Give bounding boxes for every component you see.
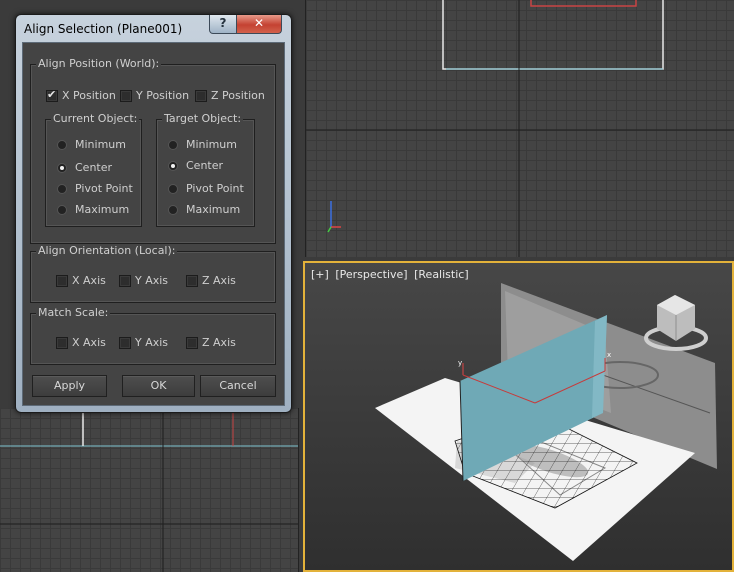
y-position-label: Y Position bbox=[136, 89, 190, 102]
apply-button[interactable]: Apply bbox=[32, 375, 107, 397]
match-scale-group: Match Scale: X Axis Y Axis Z Axis bbox=[30, 306, 276, 365]
target-pivot-label: Pivot Point bbox=[186, 182, 244, 195]
x-position-label: X Position bbox=[62, 89, 116, 102]
close-button[interactable]: ✕ bbox=[236, 15, 282, 34]
align-position-label: Align Position (World): bbox=[36, 57, 162, 70]
current-pivot-label: Pivot Point bbox=[75, 182, 133, 195]
current-pivot-dot[interactable] bbox=[57, 184, 67, 194]
z-position-checkbox[interactable]: Z Position bbox=[195, 89, 265, 104]
scale-z-checkbox[interactable]: Z Axis bbox=[186, 336, 246, 351]
current-maximum-dot[interactable] bbox=[57, 205, 67, 215]
target-object-group: Target Object: Minimum Center Pivot Poin… bbox=[156, 112, 255, 227]
orient-z-box[interactable] bbox=[186, 275, 198, 287]
z-position-label: Z Position bbox=[211, 89, 265, 102]
y-position-box[interactable] bbox=[120, 90, 132, 102]
scale-y-label: Y Axis bbox=[135, 336, 169, 349]
orient-y-label: Y Axis bbox=[135, 274, 169, 287]
gizmo-y-label: y bbox=[458, 359, 462, 367]
current-maximum-label: Maximum bbox=[75, 203, 130, 216]
current-pivot-radio[interactable]: Pivot Point bbox=[57, 182, 137, 197]
current-minimum-label: Minimum bbox=[75, 138, 126, 151]
target-minimum-radio[interactable]: Minimum bbox=[168, 138, 248, 153]
top-viewport-scene bbox=[306, 0, 734, 257]
orient-x-box[interactable] bbox=[56, 275, 68, 287]
orient-z-checkbox[interactable]: Z Axis bbox=[186, 274, 246, 289]
match-scale-label: Match Scale: bbox=[36, 306, 111, 319]
orient-y-checkbox[interactable]: Y Axis bbox=[119, 274, 179, 289]
gizmo-x-label: x bbox=[607, 351, 611, 359]
left-viewport[interactable] bbox=[0, 408, 299, 572]
scale-z-box[interactable] bbox=[186, 337, 198, 349]
scale-z-label: Z Axis bbox=[202, 336, 236, 349]
ok-button[interactable]: OK bbox=[122, 375, 195, 397]
scale-x-label: X Axis bbox=[72, 336, 106, 349]
target-minimum-label: Minimum bbox=[186, 138, 237, 151]
current-center-radio[interactable]: Center bbox=[57, 161, 137, 176]
current-object-label: Current Object: bbox=[51, 112, 140, 125]
current-maximum-radio[interactable]: Maximum bbox=[57, 203, 137, 218]
scale-y-box[interactable] bbox=[119, 337, 131, 349]
dialog-titlebar[interactable]: Align Selection (Plane001) ? ✕ bbox=[16, 15, 291, 43]
target-center-radio[interactable]: Center bbox=[168, 159, 248, 174]
align-selection-dialog: Align Selection (Plane001) ? ✕ Align Pos… bbox=[15, 14, 292, 413]
align-position-group: Align Position (World): X Position Y Pos… bbox=[30, 57, 276, 244]
orient-y-box[interactable] bbox=[119, 275, 131, 287]
current-minimum-dot[interactable] bbox=[57, 140, 67, 150]
target-maximum-label: Maximum bbox=[186, 203, 241, 216]
x-position-checkbox[interactable]: X Position bbox=[46, 88, 116, 104]
top-viewport[interactable] bbox=[305, 0, 734, 257]
align-orientation-group: Align Orientation (Local): X Axis Y Axis… bbox=[30, 244, 276, 303]
target-pivot-dot[interactable] bbox=[168, 184, 178, 194]
current-center-dot[interactable] bbox=[57, 163, 67, 173]
target-pivot-radio[interactable]: Pivot Point bbox=[168, 182, 248, 197]
axis-gizmo-top bbox=[327, 201, 341, 233]
scale-x-box[interactable] bbox=[56, 337, 68, 349]
perspective-scene: y x bbox=[375, 283, 717, 561]
target-maximum-radio[interactable]: Maximum bbox=[168, 203, 248, 218]
dialog-title: Align Selection (Plane001) bbox=[24, 22, 183, 36]
target-center-dot[interactable] bbox=[168, 161, 178, 171]
target-object-label: Target Object: bbox=[162, 112, 244, 125]
orient-x-label: X Axis bbox=[72, 274, 106, 287]
z-position-box[interactable] bbox=[195, 90, 207, 102]
scale-x-checkbox[interactable]: X Axis bbox=[56, 336, 116, 351]
left-viewport-scene bbox=[0, 408, 298, 572]
cancel-button[interactable]: Cancel bbox=[200, 375, 276, 397]
orient-z-label: Z Axis bbox=[202, 274, 236, 287]
dialog-content: Align Position (World): X Position Y Pos… bbox=[22, 42, 285, 406]
current-object-group: Current Object: Minimum Center Pivot Poi… bbox=[45, 112, 142, 227]
target-maximum-dot[interactable] bbox=[168, 205, 178, 215]
orient-x-checkbox[interactable]: X Axis bbox=[56, 274, 116, 289]
target-minimum-dot[interactable] bbox=[168, 140, 178, 150]
y-position-checkbox[interactable]: Y Position bbox=[120, 89, 190, 104]
target-center-label: Center bbox=[186, 159, 224, 172]
scale-y-checkbox[interactable]: Y Axis bbox=[119, 336, 179, 351]
current-minimum-radio[interactable]: Minimum bbox=[57, 138, 137, 153]
current-center-label: Center bbox=[75, 161, 113, 174]
perspective-viewport[interactable]: [+] [Perspective] [Realistic] y x bbox=[303, 261, 734, 572]
align-orientation-label: Align Orientation (Local): bbox=[36, 244, 178, 257]
help-button[interactable]: ? bbox=[209, 15, 237, 34]
x-position-box[interactable] bbox=[46, 88, 58, 102]
